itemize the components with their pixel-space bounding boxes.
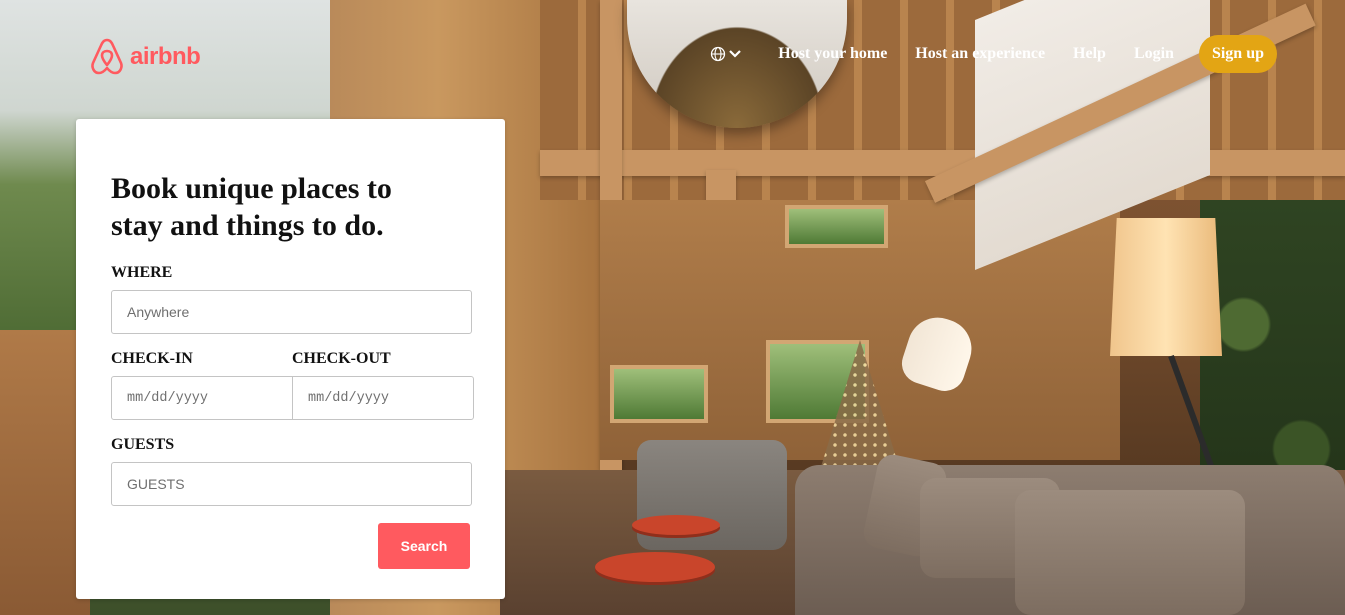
host-home-link[interactable]: Host your home bbox=[778, 45, 887, 63]
booking-title: Book unique places to stay and things to… bbox=[111, 172, 392, 242]
checkin-label: CHECK-IN bbox=[111, 350, 193, 367]
language-selector[interactable] bbox=[710, 46, 742, 62]
globe-icon bbox=[711, 46, 726, 62]
checkout-date-input[interactable] bbox=[292, 376, 474, 420]
guests-label: GUESTS bbox=[111, 436, 175, 453]
where-label: WHERE bbox=[111, 264, 173, 281]
host-experience-link[interactable]: Host an experience bbox=[915, 45, 1045, 63]
login-link[interactable]: Login bbox=[1134, 45, 1174, 63]
top-navigation: airbnb Host your home Host an experience… bbox=[0, 0, 1345, 106]
airbnb-logo[interactable]: airbnb bbox=[90, 38, 201, 76]
guests-input[interactable] bbox=[111, 462, 472, 506]
main-nav: Host your home Host an experience Help L… bbox=[710, 35, 1277, 73]
booking-card: Book unique places to stay and things to… bbox=[76, 119, 505, 599]
help-link[interactable]: Help bbox=[1073, 45, 1106, 63]
checkin-date-input[interactable] bbox=[111, 376, 293, 420]
brand-name: airbnb bbox=[130, 43, 201, 70]
signup-button[interactable]: Sign up bbox=[1198, 35, 1277, 73]
chevron-down-icon bbox=[729, 50, 742, 58]
airbnb-belo-icon bbox=[91, 38, 123, 75]
floor-lamp bbox=[1110, 218, 1222, 356]
where-input[interactable] bbox=[111, 290, 472, 334]
checkout-label: CHECK-OUT bbox=[292, 350, 391, 367]
search-button[interactable]: Search bbox=[378, 523, 470, 569]
